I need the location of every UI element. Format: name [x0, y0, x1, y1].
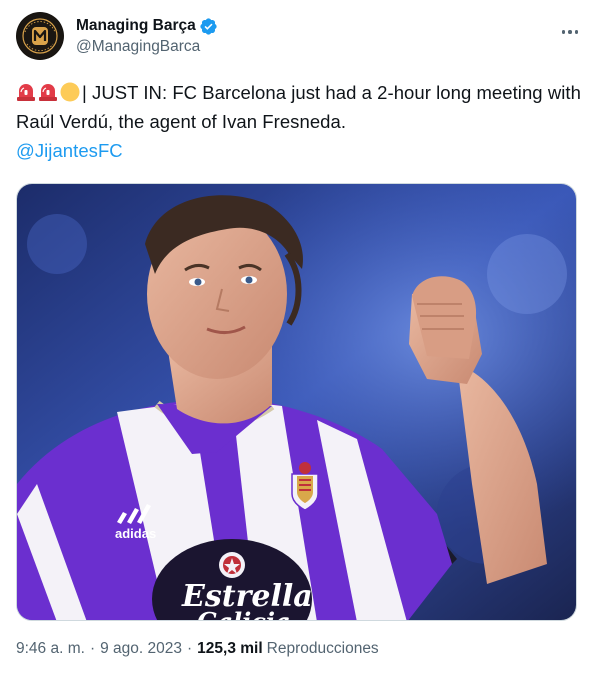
tweet-time[interactable]: 9:46 a. m.: [16, 640, 85, 658]
more-options-button[interactable]: [554, 16, 586, 48]
meta-separator: ·: [187, 640, 193, 657]
display-name[interactable]: Managing Barça: [76, 17, 196, 35]
svg-text:adidas: adidas: [115, 526, 156, 541]
rotating-light-icon: [17, 84, 35, 101]
verified-badge-icon[interactable]: [199, 17, 218, 36]
more-dot-icon: [561, 30, 566, 34]
mention-link[interactable]: @JijantesFC: [16, 140, 123, 161]
views-label: Reproducciones: [266, 640, 379, 657]
more-dot-icon: [568, 30, 572, 34]
tweet-body: | JUST IN: FC Barcelona just had a 2-hou…: [16, 82, 581, 132]
views-count: 125,3 mil: [197, 640, 263, 657]
rotating-light-icon: [39, 84, 57, 101]
name-row: Managing Barça: [76, 17, 218, 36]
tweet-text: | JUST IN: FC Barcelona just had a 2-hou…: [16, 78, 586, 165]
meta-separator: ·: [89, 640, 96, 657]
svg-text:Galicia: Galicia: [197, 607, 291, 621]
more-dot-icon: [574, 30, 579, 34]
avatar[interactable]: [16, 12, 64, 60]
tweet-date[interactable]: 9 ago. 2023: [100, 640, 182, 658]
tweet-card: Managing Barça @ManagingBarca | JUST IN:…: [0, 0, 602, 673]
player-photo: adidas Estrella Galicia: [17, 184, 576, 621]
tweet-header: Managing Barça @ManagingBarca: [16, 10, 586, 62]
managing-barca-logo-icon: [17, 13, 63, 59]
author-names: Managing Barça @ManagingBarca: [76, 17, 218, 56]
handle[interactable]: @ManagingBarca: [76, 38, 218, 56]
tweet-meta: 9:46 a. m. · 9 ago. 2023 · 125,3 mil Rep…: [16, 640, 379, 658]
tweet-photo[interactable]: adidas Estrella Galicia: [16, 183, 577, 621]
yellow-circle-icon: [60, 82, 80, 102]
